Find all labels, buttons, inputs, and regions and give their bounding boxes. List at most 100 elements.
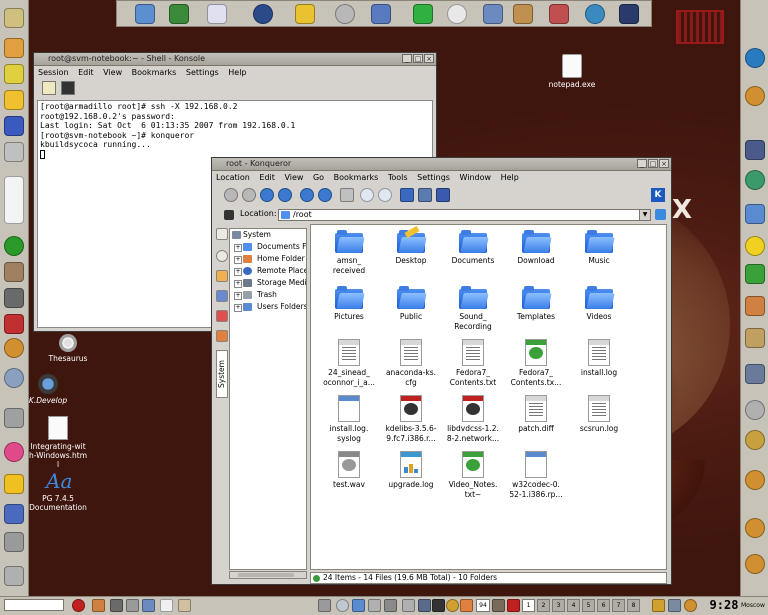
expand-toggle[interactable]: + bbox=[234, 244, 242, 252]
file-item[interactable]: scsrun.log bbox=[567, 395, 631, 434]
expand-toggle[interactable]: + bbox=[234, 280, 242, 288]
camera-icon[interactable] bbox=[384, 599, 397, 612]
edit-icon[interactable] bbox=[4, 8, 24, 28]
file-item[interactable]: Video_Notes. txt~ bbox=[441, 451, 505, 500]
terminal-icon[interactable] bbox=[432, 599, 445, 612]
settings-gear-icon[interactable] bbox=[745, 470, 765, 490]
file-item[interactable]: patch.diff bbox=[504, 395, 568, 434]
tree-item-documents[interactable]: + Documents Fo bbox=[230, 241, 306, 253]
tree-scrollbar[interactable] bbox=[229, 571, 307, 579]
globe-icon[interactable] bbox=[585, 4, 605, 24]
gear-icon[interactable] bbox=[745, 400, 765, 420]
image-viewer-icon[interactable] bbox=[207, 4, 227, 24]
minimize-button[interactable]: _ bbox=[637, 159, 647, 168]
file-item[interactable]: Fedora7_ Contents.txt bbox=[441, 339, 505, 388]
document-icon[interactable] bbox=[160, 599, 173, 612]
settings-gear-icon[interactable] bbox=[745, 86, 765, 106]
media-tab-icon[interactable] bbox=[216, 330, 228, 342]
clock-time[interactable]: 9:28 bbox=[708, 597, 740, 614]
cd-icon[interactable] bbox=[447, 4, 467, 24]
detail-view-icon[interactable] bbox=[436, 188, 450, 202]
up-icon[interactable] bbox=[260, 188, 274, 202]
clover-icon[interactable] bbox=[745, 264, 765, 284]
file-item[interactable]: install.log bbox=[567, 339, 631, 378]
menu-go[interactable]: Go bbox=[313, 173, 324, 182]
file-item[interactable]: Desktop bbox=[379, 225, 443, 266]
gear-icon[interactable] bbox=[684, 599, 697, 612]
konqueror-titlebar[interactable]: root - Konqueror _ □ × bbox=[212, 158, 671, 171]
bookmarks-tab-icon[interactable] bbox=[216, 228, 228, 240]
command-input[interactable] bbox=[4, 599, 64, 611]
expand-toggle[interactable]: + bbox=[234, 304, 242, 312]
character-map-icon[interactable] bbox=[4, 176, 24, 224]
screen-icon[interactable] bbox=[619, 4, 639, 24]
desktop-pager-1[interactable]: 1 bbox=[522, 599, 535, 612]
desktop-icon-notepad[interactable]: notepad.exe bbox=[532, 54, 612, 89]
go-icon[interactable] bbox=[655, 209, 666, 220]
tools-icon[interactable] bbox=[4, 288, 24, 308]
terminal-icon[interactable] bbox=[169, 4, 189, 24]
network-icon[interactable] bbox=[413, 4, 433, 24]
tree-item-users[interactable]: + Users Folders bbox=[230, 301, 306, 313]
wrench-icon[interactable] bbox=[126, 599, 139, 612]
file-item[interactable]: Public bbox=[379, 285, 443, 322]
menu-view[interactable]: View bbox=[103, 68, 122, 77]
home-icon[interactable] bbox=[278, 188, 292, 202]
file-item[interactable]: 24_sinead_ oconnor_i_a... bbox=[317, 339, 381, 388]
menu-settings[interactable]: Settings bbox=[186, 68, 219, 77]
record-icon[interactable] bbox=[507, 599, 520, 612]
maximize-button[interactable]: □ bbox=[413, 54, 423, 63]
desktop-pager-2[interactable]: 2 bbox=[537, 599, 550, 612]
tree-item-trash[interactable]: + Trash bbox=[230, 289, 306, 301]
settings-gear-icon[interactable] bbox=[4, 338, 24, 358]
media-icon[interactable] bbox=[492, 599, 505, 612]
file-item[interactable]: test.wav bbox=[317, 451, 381, 490]
tree-item-storage[interactable]: + Storage Media bbox=[230, 277, 306, 289]
tree-view-icon[interactable] bbox=[418, 188, 432, 202]
monitor-icon[interactable] bbox=[745, 140, 765, 160]
menu-edit[interactable]: Edit bbox=[259, 173, 275, 182]
printer-icon[interactable] bbox=[368, 599, 381, 612]
arrows-icon[interactable] bbox=[745, 204, 765, 224]
file-item[interactable]: Sound_ Recording bbox=[441, 285, 505, 332]
file-item[interactable]: anaconda-ks. cfg bbox=[379, 339, 443, 388]
zoom-in-icon[interactable] bbox=[360, 188, 374, 202]
services-tab-icon[interactable] bbox=[216, 310, 228, 322]
kde-logo-icon[interactable]: K bbox=[651, 188, 665, 202]
location-dropdown-button[interactable]: ▼ bbox=[639, 210, 650, 220]
desktop-pager-8[interactable]: 8 bbox=[627, 599, 640, 612]
file-item[interactable]: Templates bbox=[504, 285, 568, 322]
menu-help[interactable]: Help bbox=[228, 68, 246, 77]
menu-view[interactable]: View bbox=[284, 173, 303, 182]
file-item[interactable]: upgrade.log bbox=[379, 451, 443, 490]
file-item[interactable]: libdvdcss-1.2. 8-2.network... bbox=[441, 395, 505, 444]
file-item[interactable]: Download bbox=[504, 229, 568, 266]
cloud-icon[interactable] bbox=[336, 599, 349, 612]
file-item[interactable]: Documents bbox=[441, 229, 505, 266]
forward-icon[interactable] bbox=[242, 188, 256, 202]
briefcase-icon[interactable] bbox=[513, 4, 533, 24]
redhat-icon[interactable] bbox=[72, 599, 85, 612]
menu-bookmarks[interactable]: Bookmarks bbox=[132, 68, 177, 77]
settings-gear-icon[interactable] bbox=[745, 554, 765, 574]
scroll-thumb[interactable] bbox=[238, 573, 294, 577]
pencil-icon[interactable] bbox=[4, 38, 24, 58]
desktop-pager-3[interactable]: 3 bbox=[552, 599, 565, 612]
history-tab-icon[interactable] bbox=[216, 250, 228, 262]
file-item[interactable]: Fedora7_ Contents.tx... bbox=[504, 339, 568, 388]
konqueror-window[interactable]: root - Konqueror _ □ × Location Edit View … bbox=[211, 157, 672, 585]
file-item[interactable]: Videos bbox=[567, 285, 631, 322]
stop-icon[interactable] bbox=[318, 188, 332, 202]
location-input[interactable]: /root ▼ bbox=[278, 209, 651, 221]
smiley-icon[interactable] bbox=[745, 236, 765, 256]
print-icon[interactable] bbox=[340, 188, 354, 202]
file-item[interactable]: install.log. syslog bbox=[317, 395, 381, 444]
clear-location-icon[interactable] bbox=[224, 210, 234, 220]
tool-icon[interactable] bbox=[110, 599, 123, 612]
tree-item-remote[interactable]: + Remote Places bbox=[230, 265, 306, 277]
lock-icon[interactable] bbox=[652, 599, 665, 612]
back-icon[interactable] bbox=[224, 188, 238, 202]
menu-session[interactable]: Session bbox=[38, 68, 69, 77]
eject-icon[interactable] bbox=[318, 599, 331, 612]
brush-icon[interactable] bbox=[4, 64, 24, 84]
